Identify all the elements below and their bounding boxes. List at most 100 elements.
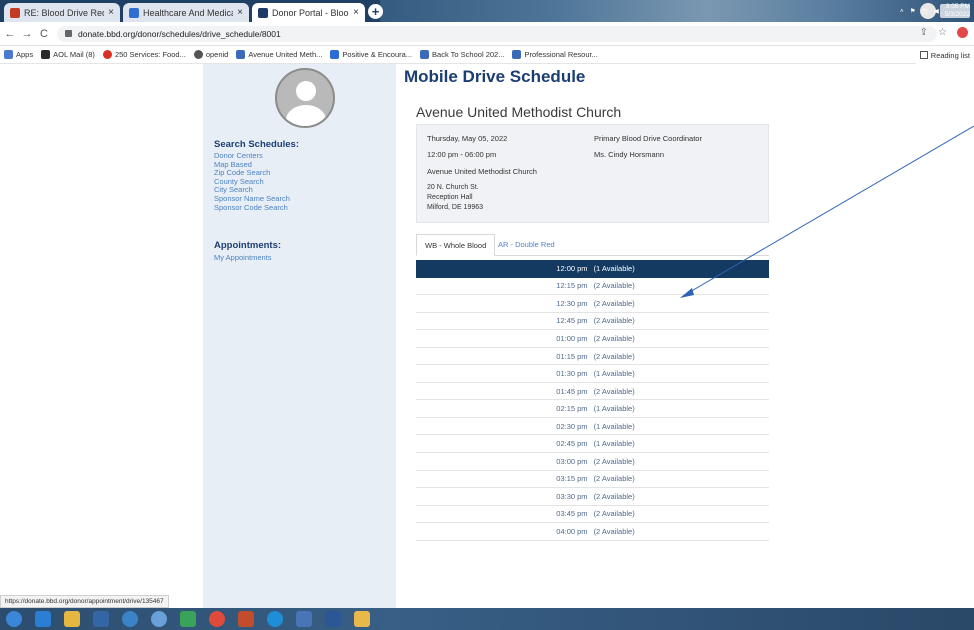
clock[interactable]: 3:05 PM 5/3/2022 — [945, 3, 970, 19]
taskbar — [0, 608, 974, 630]
reload-icon[interactable]: C — [37, 28, 51, 40]
browser-tab-active[interactable]: Donor Portal - Blood Bank of Del × — [252, 3, 365, 22]
slot-availability: (1 Available) — [593, 404, 635, 414]
bookmark[interactable]: Avenue United Meth... — [236, 50, 322, 59]
browser-tab[interactable]: Healthcare And Medical Assistan × — [123, 3, 249, 22]
slot-time: 02:15 pm — [556, 404, 588, 414]
link-status-bar: https://donate.bbd.org/donor/appointment… — [0, 595, 169, 608]
slot-availability: (1 Available) — [593, 421, 635, 431]
time-slot-row[interactable]: 04:00 pm (2 Available) — [416, 523, 769, 541]
close-icon[interactable]: × — [237, 7, 243, 18]
url-input[interactable]: donate.bbd.org/donor/schedules/drive_sch… — [57, 25, 937, 42]
browser-tab[interactable]: RE: Blood Drive Request Update - × — [4, 3, 120, 22]
slot-availability: (2 Available) — [593, 509, 635, 519]
edge-icon[interactable] — [267, 611, 283, 627]
slot-availability: (2 Available) — [593, 386, 635, 396]
media-icon[interactable] — [93, 611, 109, 627]
slot-availability: (1 Available) — [593, 369, 635, 379]
extension-icon[interactable] — [957, 27, 968, 38]
file-explorer-icon[interactable] — [64, 611, 80, 627]
avatar — [275, 68, 335, 128]
time-slot-row[interactable]: 12:45 pm (2 Available) — [416, 313, 769, 331]
slot-time: 12:15 pm — [556, 281, 588, 291]
forward-icon[interactable]: → — [20, 28, 34, 40]
time-slot-row[interactable]: 01:45 pm (2 Available) — [416, 383, 769, 401]
bookmark[interactable]: Apps — [4, 50, 33, 59]
bookmark[interactable]: Positive & Encoura... — [330, 50, 412, 59]
slot-time: 04:00 pm — [556, 526, 588, 536]
bookmark[interactable]: openid — [193, 50, 228, 59]
back-icon[interactable]: ← — [3, 28, 17, 40]
sidebar-link-my-appointments[interactable]: My Appointments — [214, 253, 272, 263]
sidebar: Search Schedules: Donor Centers Map Base… — [203, 64, 396, 608]
time-slot-row[interactable]: 12:30 pm (2 Available) — [416, 295, 769, 313]
volume-icon[interactable]: ◀ — [934, 7, 939, 15]
photos-icon[interactable] — [180, 611, 196, 627]
tab-title: RE: Blood Drive Request Update - — [24, 7, 104, 18]
slot-time: 03:30 pm — [556, 491, 588, 501]
drive-info-card: Thursday, May 05, 2022 12:00 pm - 06:00 … — [416, 124, 769, 223]
tab-whole-blood[interactable]: WB - Whole Blood — [416, 234, 496, 256]
time-slot-row[interactable]: 03:00 pm (2 Available) — [416, 453, 769, 471]
slot-time: 12:30 pm — [556, 298, 588, 308]
network-icon[interactable]: ◫ — [922, 7, 928, 15]
time-slot-row[interactable]: 12:15 pm (2 Available) — [416, 278, 769, 296]
slot-time: 03:45 pm — [556, 509, 588, 519]
bookmark[interactable]: Professional Resour... — [512, 50, 598, 59]
bookmark[interactable]: Back To School 202... — [420, 50, 504, 59]
time-slot-row[interactable]: 03:30 pm (2 Available) — [416, 488, 769, 506]
sidebar-link-sponsor-code-search[interactable]: Sponsor Code Search — [214, 203, 290, 213]
slot-availability: (2 Available) — [593, 491, 635, 501]
drive-name: Avenue United Methodist Church — [416, 104, 622, 120]
ie-icon[interactable] — [35, 611, 51, 627]
slot-time: 01:30 pm — [556, 369, 588, 379]
site-icon — [258, 7, 268, 18]
toolbar-actions: ⇪ ☆ — [920, 27, 968, 38]
bookmark[interactable]: AOL Mail (8) — [41, 50, 95, 59]
tab-double-red[interactable]: AR - Double Red — [490, 234, 563, 256]
address-line-1: 20 N. Church St. — [427, 184, 479, 191]
time-slot-row[interactable]: 02:45 pm (1 Available) — [416, 435, 769, 454]
slot-time: 12:45 pm — [556, 316, 588, 326]
page-content: Search Schedules: Donor Centers Map Base… — [0, 64, 974, 608]
time-slot-row[interactable]: 03:15 pm (2 Available) — [416, 471, 769, 489]
aol-icon — [41, 50, 51, 59]
close-icon[interactable]: × — [353, 7, 359, 18]
mail-icon — [10, 7, 20, 18]
slot-time: 02:30 pm — [556, 421, 588, 431]
system-tray: ˄ ⚑ ◫ ◀ 3:05 PM 5/3/2022 — [900, 3, 970, 19]
slot-availability: (2 Available) — [593, 474, 635, 484]
bookmark[interactable]: 250 Services: Food... — [102, 50, 186, 59]
slot-availability: (2 Available) — [593, 333, 635, 343]
reading-list-button[interactable]: Reading list — [915, 46, 974, 64]
slot-time: 01:00 pm — [556, 333, 588, 343]
settings-icon[interactable] — [122, 611, 138, 627]
time-slot-row[interactable]: 02:30 pm (1 Available) — [416, 418, 769, 436]
star-icon[interactable]: ☆ — [938, 27, 947, 38]
slot-availability: (2 Available) — [593, 298, 635, 308]
openid-icon — [193, 50, 203, 59]
time-slot-row[interactable]: 02:15 pm (1 Available) — [416, 400, 769, 418]
time-slot-row[interactable]: 01:30 pm (1 Available) — [416, 365, 769, 383]
start-button-icon[interactable] — [6, 611, 22, 627]
chrome-icon[interactable] — [209, 611, 225, 627]
time-slot-row[interactable]: 03:45 pm (2 Available) — [416, 506, 769, 524]
chevron-up-icon[interactable]: ˄ — [900, 8, 904, 15]
time-slot-row[interactable]: 12:00 pm (1 Available) — [416, 260, 769, 278]
share-icon[interactable]: ⇪ — [920, 27, 928, 38]
donation-type-tabs: WB - Whole Blood AR - Double Red — [416, 234, 769, 256]
word-icon[interactable] — [325, 611, 341, 627]
close-icon[interactable]: × — [108, 7, 114, 18]
flag-icon[interactable]: ⚑ — [910, 7, 916, 15]
bookmark-icon — [420, 50, 430, 59]
time-slot-row[interactable]: 01:00 pm (2 Available) — [416, 330, 769, 348]
time-slot-row[interactable]: 01:15 pm (2 Available) — [416, 348, 769, 366]
slot-time: 02:45 pm — [556, 439, 588, 449]
app-icon[interactable] — [151, 611, 167, 627]
powerpoint-icon[interactable] — [238, 611, 254, 627]
k-icon — [330, 50, 340, 59]
new-tab-button[interactable]: + — [368, 4, 383, 19]
calculator-icon[interactable] — [296, 611, 312, 627]
avatar-body — [286, 105, 326, 126]
folder-icon[interactable] — [354, 611, 370, 627]
